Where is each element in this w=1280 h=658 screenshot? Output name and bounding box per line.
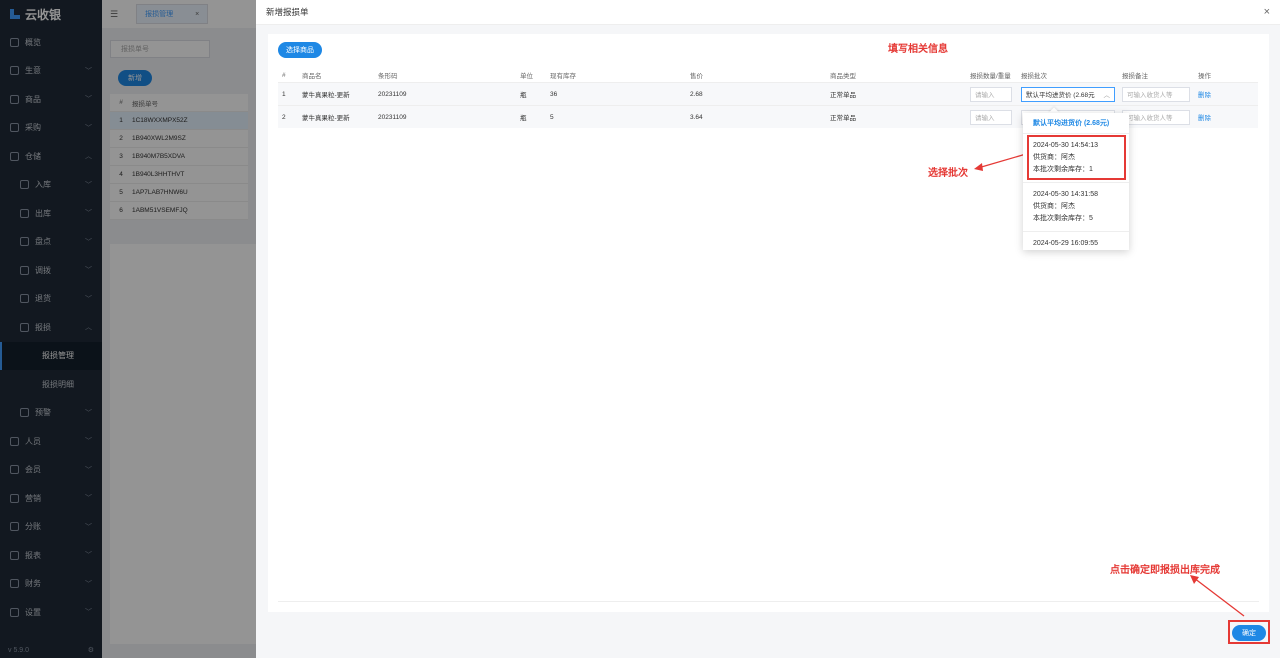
highlight-box-batch xyxy=(1027,135,1126,180)
batch-option[interactable]: 2024-05-30 14:31:58 供货商：阿杰本批次剩余库存：5 xyxy=(1023,182,1129,231)
table-row: 1 蒙牛真果粒-更新 20231109 瓶 36 2.68 正常单品 请输入 默认平均进货价 (… xyxy=(278,82,1258,105)
column-header: # xyxy=(282,71,286,79)
cell-price: 3.64 xyxy=(690,113,703,121)
cell-barcode: 20231109 xyxy=(378,90,407,98)
column-header: 操作 xyxy=(1198,73,1211,80)
annotation-arrow-batch-icon xyxy=(974,153,1027,171)
cell-index: 1 xyxy=(282,90,286,98)
batch-time: 2024-05-29 16:09:55 xyxy=(1033,240,1098,247)
batch-dropdown: 默认平均进货价 (2.68元) 2024-05-30 14:54:13 供货商：阿… xyxy=(1023,113,1129,250)
column-header: 报损备注 xyxy=(1122,73,1148,80)
footer-divider xyxy=(278,601,1259,602)
cell-barcode: 20231109 xyxy=(378,113,407,121)
cell-type: 正常单品 xyxy=(830,115,856,122)
loss-remark-input[interactable]: 可输入收货人等 xyxy=(1122,86,1190,102)
annotation-arrow-confirm-icon xyxy=(1190,575,1245,617)
select-goods-button[interactable]: 选择商品 xyxy=(278,42,322,58)
column-header: 售价 xyxy=(690,73,703,80)
loss-remark-input[interactable]: 可输入收货人等 xyxy=(1122,109,1190,125)
loss-qty-input[interactable]: 请输入 xyxy=(970,86,1012,102)
batch-time: 2024-05-30 14:31:58 xyxy=(1033,191,1098,198)
batch-option-default[interactable]: 默认平均进货价 (2.68元) xyxy=(1023,113,1129,133)
drawer-title: 新增报损单 xyxy=(266,7,309,17)
close-icon[interactable]: × xyxy=(1264,6,1270,18)
column-header: 商品名 xyxy=(302,73,322,80)
batch-remaining-stock: 本批次剩余库存：5 xyxy=(1033,215,1093,222)
highlight-box-confirm xyxy=(1228,620,1270,644)
column-header: 现有库存 xyxy=(550,73,576,80)
column-header: 报损批次 xyxy=(1021,73,1047,80)
annotation-select-batch: 选择批次 xyxy=(928,168,968,179)
cell-unit: 瓶 xyxy=(520,115,527,122)
cell-unit: 瓶 xyxy=(520,92,527,99)
loss-qty-input[interactable]: 请输入 xyxy=(970,109,1012,125)
batch-option[interactable]: 2024-05-29 16:09:55供货商：阿杰 xyxy=(1023,231,1129,250)
cell-type: 正常单品 xyxy=(830,92,856,99)
delete-link[interactable]: 删除 xyxy=(1194,112,1234,122)
batch-select[interactable]: 默认平均进货价 (2.68元 ︿ xyxy=(1021,86,1115,102)
annotation-fill-info: 填写相关信息 xyxy=(888,44,948,55)
table-header: # 商品名 条形码 单位 现有库存 售价 商品类型 报损数量/重量 报损批次 报损备注 操作 xyxy=(278,68,1258,82)
new-loss-drawer: 新增报损单 × 选择商品 填写相关信息 # 商品名 条形码 单位 现有库存 售价 商品类型 报… xyxy=(256,0,1280,658)
delete-link[interactable]: 删除 xyxy=(1194,89,1234,99)
chevron-up-icon: ︿ xyxy=(1103,92,1111,99)
column-header: 条形码 xyxy=(378,73,398,80)
batch-supplier: 供货商：阿杰 xyxy=(1033,203,1075,210)
column-header: 商品类型 xyxy=(830,73,856,80)
column-header: 单位 xyxy=(520,73,533,80)
cell-stock: 5 xyxy=(550,113,554,121)
modal-overlay[interactable] xyxy=(0,0,256,658)
cell-index: 2 xyxy=(282,113,286,121)
cell-price: 2.68 xyxy=(690,90,703,98)
drawer-header: 新增报损单 × xyxy=(256,0,1280,25)
column-header: 报损数量/重量 xyxy=(970,73,1011,80)
cell-stock: 36 xyxy=(550,90,558,98)
cell-name: 蒙牛真果粒-更新 xyxy=(302,92,350,99)
cell-name: 蒙牛真果粒-更新 xyxy=(302,115,350,122)
